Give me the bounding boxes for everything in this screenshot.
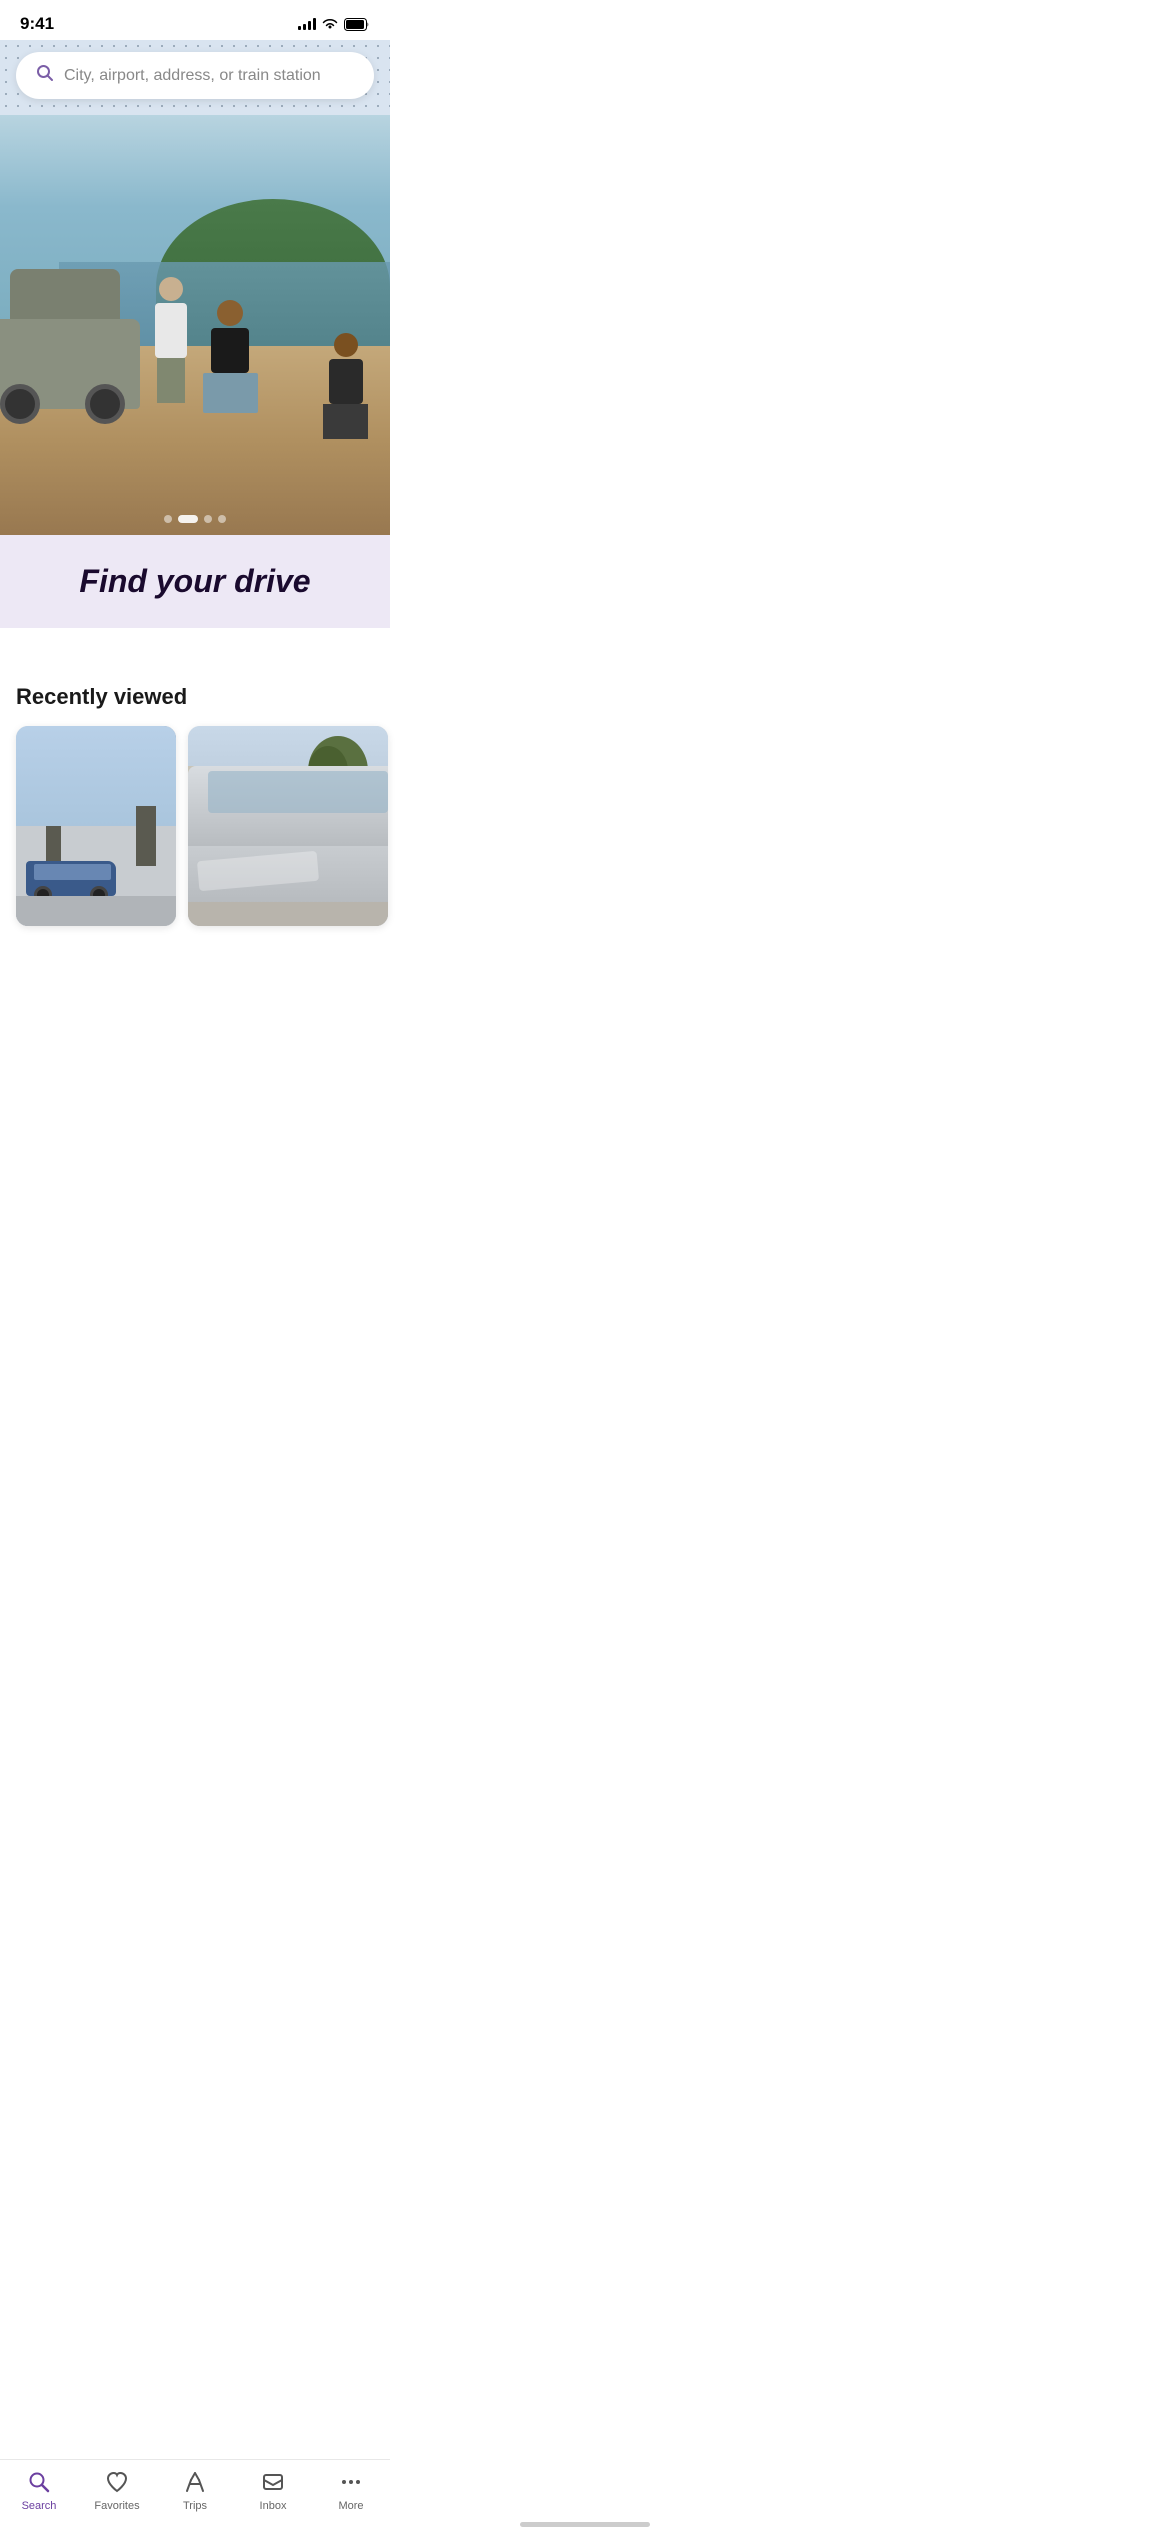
search-tab-icon bbox=[27, 2468, 51, 2496]
dot-2-active bbox=[178, 515, 198, 523]
tab-inbox[interactable]: Inbox bbox=[234, 2468, 312, 2512]
dot-1 bbox=[164, 515, 172, 523]
dot-4 bbox=[218, 515, 226, 523]
person-3 bbox=[321, 333, 371, 443]
recently-viewed-cards bbox=[16, 726, 374, 926]
more-icon bbox=[339, 2468, 363, 2496]
jeep-silhouette bbox=[0, 209, 150, 409]
status-time: 9:41 bbox=[20, 14, 54, 34]
recently-viewed-title: Recently viewed bbox=[16, 684, 374, 710]
tab-favorites[interactable]: Favorites bbox=[78, 2468, 156, 2512]
status-bar: 9:41 bbox=[0, 0, 390, 40]
find-drive-banner[interactable]: Find your drive bbox=[0, 535, 390, 628]
heart-icon bbox=[105, 2468, 129, 2496]
home-indicator bbox=[520, 2522, 650, 2527]
search-placeholder: City, airport, address, or train station bbox=[64, 67, 321, 85]
find-drive-text: Find your drive bbox=[79, 563, 310, 599]
car-card-2[interactable] bbox=[188, 726, 388, 926]
recently-viewed-section: Recently viewed bbox=[0, 656, 390, 942]
search-bar[interactable]: City, airport, address, or train station bbox=[16, 52, 374, 99]
search-area: City, airport, address, or train station bbox=[0, 40, 390, 115]
inbox-icon bbox=[261, 2468, 285, 2496]
battery-icon bbox=[344, 18, 370, 31]
tab-inbox-label: Inbox bbox=[260, 2500, 287, 2512]
tab-trips[interactable]: Trips bbox=[156, 2468, 234, 2512]
car-card-1-image bbox=[16, 726, 176, 926]
status-icons bbox=[298, 18, 370, 31]
trips-icon bbox=[183, 2468, 207, 2496]
signal-bars-icon bbox=[298, 18, 316, 30]
tab-bar: Search Favorites Trips bbox=[0, 2459, 390, 2532]
hero-image bbox=[0, 115, 390, 535]
dot-3 bbox=[204, 515, 212, 523]
tab-search-label: Search bbox=[22, 2500, 57, 2512]
person-1 bbox=[148, 277, 193, 417]
search-icon bbox=[36, 64, 54, 87]
person-2 bbox=[203, 300, 258, 430]
tab-more[interactable]: More bbox=[312, 2468, 390, 2512]
wifi-icon bbox=[322, 18, 338, 30]
car-card-1[interactable] bbox=[16, 726, 176, 926]
tab-search[interactable]: Search bbox=[0, 2468, 78, 2512]
carousel-dots bbox=[164, 515, 226, 523]
car-card-2-image bbox=[188, 726, 388, 926]
beach-scene bbox=[0, 115, 390, 535]
tab-more-label: More bbox=[338, 2500, 363, 2512]
tab-trips-label: Trips bbox=[183, 2500, 207, 2512]
tab-favorites-label: Favorites bbox=[94, 2500, 139, 2512]
